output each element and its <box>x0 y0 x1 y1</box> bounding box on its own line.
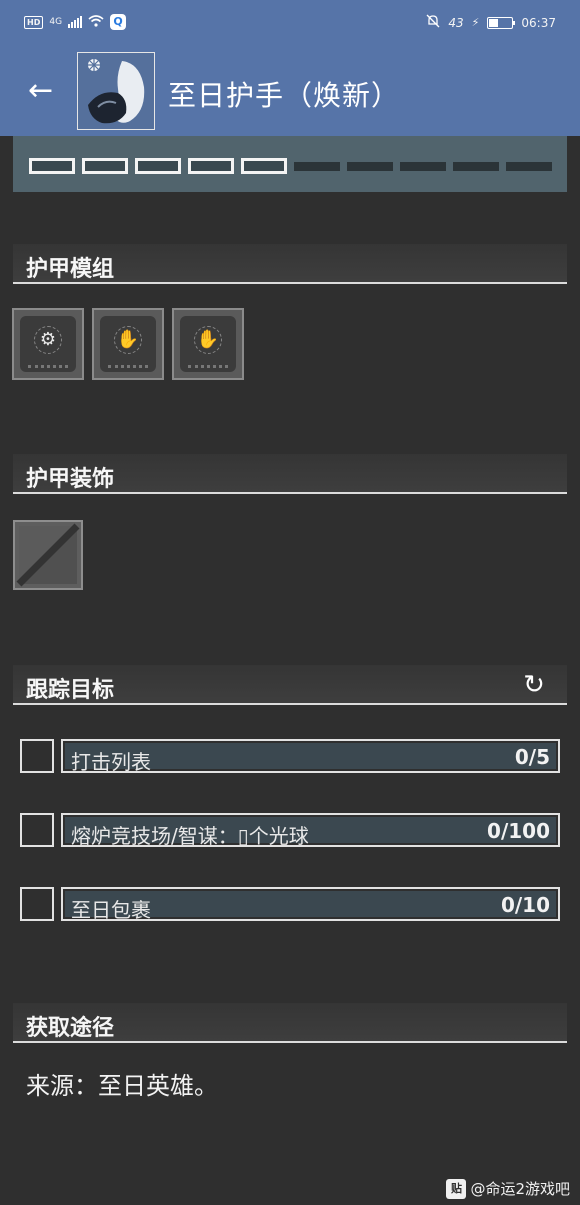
masterwork-tier-progress <box>13 136 567 192</box>
objective-name: 至日包裹 <box>71 898 151 922</box>
objective-progress-bar: 熔炉竞技场/智谋：▯个光球 0/100 <box>61 813 560 848</box>
watermark: 贴 @命运2游戏吧 <box>446 1178 570 1199</box>
objective-name: 打击列表 <box>71 750 151 774</box>
battery-icon <box>487 16 516 29</box>
tier-segment <box>241 158 287 174</box>
source-text: 来源：至日英雄。 <box>26 1072 218 1100</box>
wifi-icon <box>88 14 104 30</box>
tier-segment <box>453 162 499 171</box>
objective-count: 0/10 <box>500 893 550 917</box>
section-header-ornament: 护甲装饰 <box>13 454 567 494</box>
section-title: 护甲装饰 <box>26 467 115 492</box>
mod-socket[interactable]: ✋ <box>92 308 164 380</box>
socket-frame: ✋ <box>180 316 236 372</box>
signal-icon <box>68 16 83 28</box>
clock: 06:37 <box>521 15 556 30</box>
refresh-icon[interactable]: ↻ <box>519 670 549 700</box>
socket-teeth <box>108 365 148 368</box>
gear-mod-icon: ⚙ <box>39 329 57 350</box>
socket-teeth <box>188 365 228 368</box>
status-bar: HD 4G Q 43 ⚡ 06:37 <box>0 0 580 44</box>
mod-socket[interactable]: ⚙ <box>12 308 84 380</box>
tier-segment <box>294 162 340 171</box>
objective-progress-bar: 至日包裹 0/10 <box>61 887 560 922</box>
socket-teeth <box>28 365 68 368</box>
hand-mod-icon: ✋ <box>196 329 220 350</box>
mod-socket[interactable]: ✋ <box>172 308 244 380</box>
objective-name: 熔炉竞技场/智谋：▯个光球 <box>71 824 309 848</box>
section-title: 跟踪目标 <box>26 678 115 703</box>
battery-fill <box>489 18 499 27</box>
tier-segment <box>82 158 128 174</box>
section-title: 护甲模组 <box>26 257 115 282</box>
app-notification-icon: Q <box>110 14 127 30</box>
app-header: HD 4G Q 43 ⚡ 06:37 ← 至日护手（焕新） <box>0 0 580 136</box>
item-thumbnail <box>77 52 155 130</box>
tier-segment <box>506 162 552 171</box>
charging-icon: ⚡ <box>471 16 480 29</box>
section-header-source: 获取途径 <box>13 1003 567 1043</box>
hand-mod-icon: ✋ <box>116 329 140 350</box>
hd-indicator: HD <box>24 15 44 29</box>
tier-segment <box>347 162 393 171</box>
tier-segment <box>29 158 75 174</box>
tieba-logo-icon: 贴 <box>446 1178 467 1199</box>
tier-segment <box>400 162 446 171</box>
objective-count: 0/100 <box>487 819 550 843</box>
back-button[interactable]: ← <box>28 74 64 110</box>
empty-ornament-icon <box>16 523 80 587</box>
section-header-objectives: 跟踪目标 ↻ <box>13 665 567 705</box>
mute-icon <box>426 14 440 31</box>
objective-count: 0/5 <box>514 745 550 769</box>
objective-progress-bar: 打击列表 0/5 <box>61 739 560 774</box>
section-header-mods: 护甲模组 <box>13 244 567 284</box>
socket-frame: ✋ <box>100 316 156 372</box>
tier-segment <box>135 158 181 174</box>
network-type: 4G <box>49 17 63 27</box>
section-title: 获取途径 <box>26 1016 115 1041</box>
gauntlet-icon <box>78 53 154 129</box>
track-checkbox[interactable] <box>20 739 54 773</box>
battery-percent: 43 <box>448 15 464 30</box>
socket-frame: ⚙ <box>20 316 76 372</box>
ornament-socket[interactable] <box>13 520 83 590</box>
watermark-text: @命运2游戏吧 <box>470 1180 570 1198</box>
page-title: 至日护手（焕新） <box>168 79 401 112</box>
tier-segment <box>188 158 234 174</box>
track-checkbox[interactable] <box>20 813 54 847</box>
track-checkbox[interactable] <box>20 887 54 921</box>
